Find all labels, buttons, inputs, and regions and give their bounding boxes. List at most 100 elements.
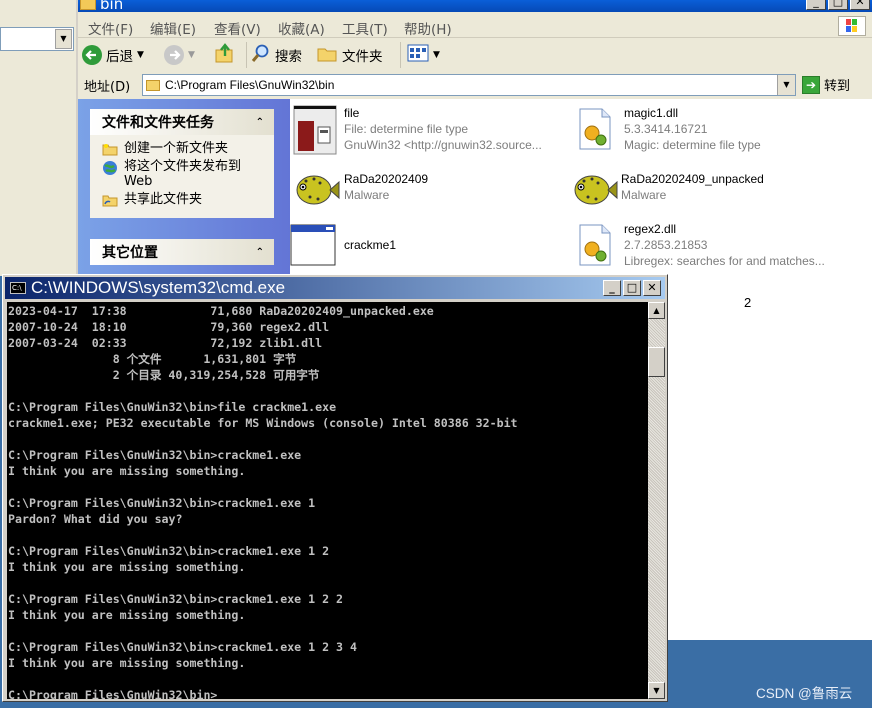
- back-arrow-icon: [82, 45, 102, 65]
- file-name: file: [344, 106, 360, 120]
- go-button[interactable]: ➔ 转到: [802, 75, 850, 94]
- file-item-magic1-dll[interactable]: magic1.dll 5.3.3414.16721 Magic: determi…: [574, 103, 864, 159]
- console-line: C:\Program Files\GnuWin32\bin>crackme1.e…: [8, 496, 316, 510]
- maximize-button[interactable]: □: [828, 0, 848, 10]
- up-folder-icon: [214, 42, 236, 68]
- task-label: 创建一个新文件夹: [124, 141, 229, 156]
- places-panel-header[interactable]: 其它位置 ⌃: [90, 239, 274, 265]
- views-icon: [407, 44, 429, 66]
- scroll-up-button[interactable]: ▲: [648, 302, 665, 319]
- explorer-titlebar[interactable]: bin _ □ ✕: [78, 0, 872, 12]
- places-panel: 其它位置 ⌃: [90, 239, 274, 265]
- minimize-button[interactable]: _: [806, 0, 826, 10]
- close-button[interactable]: ✕: [850, 0, 870, 10]
- console-line: 2007-10-24 18:10 79,360 regex2.dll: [8, 320, 330, 334]
- forward-button[interactable]: ▼: [164, 42, 195, 68]
- file-description: Malware: [344, 188, 390, 202]
- chevron-down-icon[interactable]: ▼: [55, 29, 72, 49]
- menu-edit[interactable]: 编辑(E): [150, 18, 196, 38]
- file-description: Malware: [621, 188, 667, 202]
- back-button[interactable]: 后退 ▼: [82, 42, 144, 68]
- task-new-folder[interactable]: 创建一个新文件夹: [102, 141, 264, 156]
- console-output[interactable]: 2023-04-17 17:38 71,680 RaDa20202409_unp…: [7, 302, 648, 699]
- file-name: crackme1: [344, 238, 397, 252]
- menu-bar: 文件(F) 编辑(E) 查看(V) 收藏(A) 工具(T) 帮助(H): [78, 14, 872, 38]
- console-line: 2023-04-17 17:38 71,680 RaDa20202409_unp…: [8, 304, 434, 318]
- vertical-scrollbar[interactable]: ▲ ▼: [648, 302, 665, 699]
- file-item-crackme1[interactable]: crackme1: [290, 219, 570, 269]
- tasks-panel: 文件和文件夹任务 ⌃ 创建一个新文件夹 将这个文件夹发布到 Web 共享此文件夹: [90, 109, 274, 218]
- folders-button[interactable]: 文件夹: [316, 42, 383, 68]
- background-window: ▼: [0, 0, 78, 276]
- file-item-regex2-dll[interactable]: regex2.dll 2.7.2853.21853 Libregex: sear…: [574, 219, 864, 275]
- tasks-panel-body: 创建一个新文件夹 将这个文件夹发布到 Web 共享此文件夹: [90, 135, 274, 218]
- console-line: I think you are missing something.: [8, 464, 246, 478]
- menu-help[interactable]: 帮助(H): [404, 18, 452, 38]
- dll-file-icon: [574, 223, 614, 270]
- folders-icon: [316, 43, 338, 67]
- console-line: I think you are missing something.: [8, 608, 246, 622]
- file-item-file[interactable]: file File: determine file type GnuWin32 …: [290, 103, 570, 159]
- chevron-down-icon[interactable]: ▼: [777, 75, 795, 95]
- file-name: regex2.dll: [624, 222, 677, 236]
- menu-favorites[interactable]: 收藏(A): [278, 18, 325, 38]
- menu-tools[interactable]: 工具(T): [342, 18, 388, 38]
- cmd-window: C:\ C:\WINDOWS\system32\cmd.exe _ □ ✕ 20…: [2, 274, 668, 702]
- background-dropdown[interactable]: ▼: [0, 27, 74, 51]
- task-label: 将这个文件夹发布到 Web: [124, 159, 242, 189]
- chevron-down-icon[interactable]: ▼: [137, 50, 144, 60]
- collapse-chevron-icon[interactable]: ⌃: [256, 117, 264, 128]
- pufferfish-icon: [568, 169, 618, 212]
- search-label: 搜索: [275, 49, 302, 65]
- file-name: RaDa20202409_unpacked: [621, 172, 764, 186]
- file-description: Libregex: searches for and matches...: [624, 254, 825, 268]
- address-bar: 地址(D) C:\Program Files\GnuWin32\bin ▼ ➔ …: [78, 72, 872, 98]
- views-button[interactable]: ▼: [400, 42, 440, 68]
- console-line: 8 个文件 1,631,801 字节: [8, 352, 297, 366]
- file-description: File: determine file type: [344, 122, 469, 136]
- chevron-down-icon[interactable]: ▼: [433, 50, 440, 60]
- address-value: C:\Program Files\GnuWin32\bin: [165, 78, 335, 92]
- cmd-titlebar[interactable]: C:\ C:\WINDOWS\system32\cmd.exe _ □ ✕: [5, 277, 665, 299]
- places-panel-title: 其它位置: [102, 245, 158, 261]
- scroll-thumb[interactable]: [648, 347, 665, 377]
- maximize-button[interactable]: □: [623, 280, 641, 296]
- go-label: 转到: [824, 79, 851, 94]
- menu-view[interactable]: 查看(V): [214, 18, 261, 38]
- back-label: 后退: [106, 49, 133, 65]
- search-button[interactable]: 搜索: [246, 42, 302, 68]
- forward-arrow-icon: [164, 45, 184, 65]
- file-version: 2.7.2853.21853: [624, 238, 708, 252]
- scroll-down-button[interactable]: ▼: [648, 682, 665, 699]
- folder-icon: [80, 0, 96, 10]
- minimize-button[interactable]: _: [603, 280, 621, 296]
- console-line: Pardon? What did you say?: [8, 512, 183, 526]
- folders-label: 文件夹: [342, 49, 383, 65]
- partial-file-label: 2: [744, 295, 752, 310]
- pufferfish-icon: [290, 169, 340, 212]
- console-line: I think you are missing something.: [8, 560, 246, 574]
- collapse-chevron-icon[interactable]: ⌃: [256, 247, 264, 258]
- file-item-rada[interactable]: RaDa20202409 Malware: [290, 165, 570, 211]
- address-input[interactable]: C:\Program Files\GnuWin32\bin ▼: [142, 74, 796, 96]
- file-name: RaDa20202409: [344, 172, 429, 186]
- task-share-folder[interactable]: 共享此文件夹: [102, 192, 264, 207]
- file-description: Magic: determine file type: [624, 138, 761, 152]
- search-icon: [251, 43, 271, 67]
- close-button[interactable]: ✕: [643, 280, 661, 296]
- menu-file[interactable]: 文件(F): [88, 18, 133, 38]
- tasks-panel-header[interactable]: 文件和文件夹任务 ⌃: [90, 109, 274, 135]
- chevron-down-icon[interactable]: ▼: [188, 50, 195, 60]
- share-folder-icon: [102, 193, 118, 207]
- file-item-rada-unpacked[interactable]: RaDa20202409_unpacked Malware: [566, 165, 866, 211]
- tasks-panel-title: 文件和文件夹任务: [102, 115, 214, 131]
- console-line: C:\Program Files\GnuWin32\bin>crackme1.e…: [8, 448, 302, 462]
- console-line: C:\Program Files\GnuWin32\bin>crackme1.e…: [8, 544, 330, 558]
- up-folder-button[interactable]: [214, 42, 236, 68]
- task-publish-web[interactable]: 将这个文件夹发布到 Web: [102, 159, 264, 189]
